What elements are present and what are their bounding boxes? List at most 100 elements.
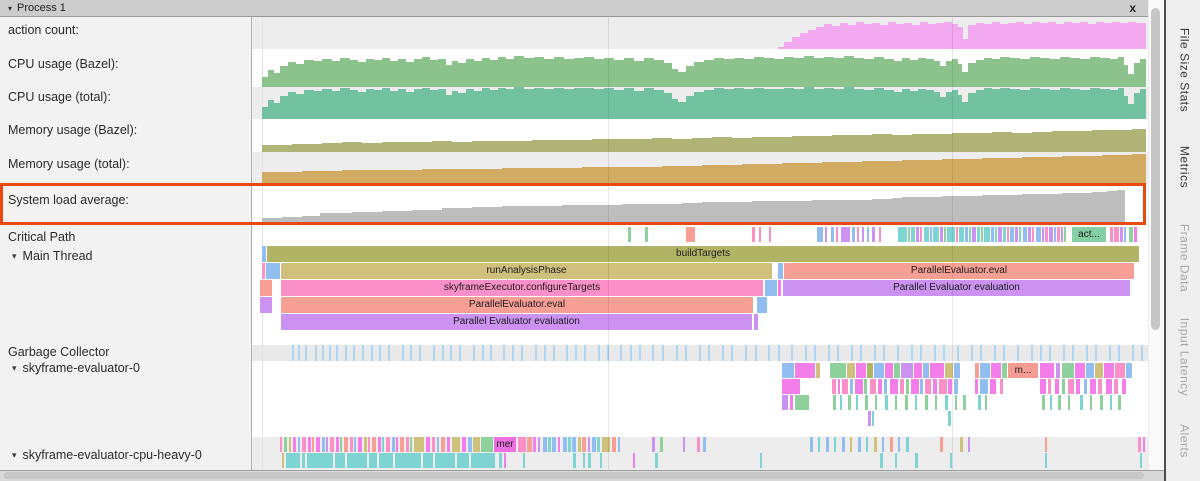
gc-tick[interactable] xyxy=(934,345,936,361)
gc-tick[interactable] xyxy=(521,345,523,361)
slice[interactable] xyxy=(1126,363,1132,378)
cpu-heavy-row-0[interactable]: mer xyxy=(252,437,1148,452)
slice[interactable] xyxy=(855,379,863,394)
gc-tick[interactable] xyxy=(745,345,747,361)
slice[interactable] xyxy=(572,437,576,452)
slice[interactable] xyxy=(1057,227,1060,242)
slice[interactable] xyxy=(769,227,771,242)
gc-tick[interactable] xyxy=(699,345,701,361)
slice[interactable] xyxy=(960,437,963,452)
slice[interactable] xyxy=(872,227,875,242)
slice[interactable] xyxy=(302,453,305,468)
close-icon[interactable]: x xyxy=(1129,1,1136,15)
slice[interactable] xyxy=(358,437,362,452)
track-label-main-thread[interactable]: ▾Main Thread xyxy=(10,248,92,264)
slice[interactable] xyxy=(1110,227,1113,242)
gc-tick[interactable] xyxy=(607,345,609,361)
slice[interactable] xyxy=(1114,379,1118,394)
slice[interactable] xyxy=(1120,227,1123,242)
slice[interactable] xyxy=(826,437,829,452)
slice[interactable] xyxy=(260,280,272,296)
slice[interactable] xyxy=(954,363,960,378)
main-thread-row-1[interactable]: runAnalysisPhaseParallelEvaluator.eval xyxy=(252,263,1148,279)
slice[interactable] xyxy=(1100,395,1103,410)
slice[interactable] xyxy=(293,437,296,452)
slice[interactable] xyxy=(347,453,367,468)
slice[interactable] xyxy=(978,395,981,410)
garbage-collector-track[interactable] xyxy=(252,345,1148,361)
gc-tick[interactable] xyxy=(419,345,421,361)
slice[interactable] xyxy=(1015,227,1018,242)
slice[interactable] xyxy=(894,363,900,378)
slice[interactable] xyxy=(1055,379,1059,394)
slice[interactable] xyxy=(965,227,968,242)
slice[interactable] xyxy=(600,453,602,468)
gc-tick[interactable] xyxy=(1132,345,1134,361)
main-thread-row-4[interactable]: Parallel Evaluator evaluation xyxy=(252,314,1148,330)
slice[interactable] xyxy=(703,437,706,452)
slice[interactable] xyxy=(1076,379,1080,394)
slice[interactable] xyxy=(838,379,840,394)
slice-skyframeexecutor-configuretargets[interactable]: skyframeExecutor.configureTargets xyxy=(281,280,763,296)
slice[interactable] xyxy=(757,297,767,313)
main-thread-row-0[interactable]: buildTargets xyxy=(252,246,1148,262)
slice-mer[interactable]: mer xyxy=(494,437,516,452)
cpu-heavy-row-1[interactable] xyxy=(252,453,1148,468)
slice[interactable] xyxy=(1042,227,1044,242)
sidebar-tab-input-latency[interactable]: Input Latency xyxy=(1178,318,1192,397)
slice[interactable] xyxy=(862,227,864,242)
slice[interactable] xyxy=(830,363,846,378)
gc-tick[interactable] xyxy=(315,345,317,361)
gc-tick[interactable] xyxy=(1017,345,1019,361)
slice[interactable] xyxy=(930,363,944,378)
collapse-arrow-icon[interactable]: ▾ xyxy=(8,4,12,13)
slice[interactable] xyxy=(985,395,987,410)
slice[interactable] xyxy=(364,437,367,452)
slice[interactable] xyxy=(782,363,794,378)
slice[interactable] xyxy=(697,437,700,452)
slice[interactable] xyxy=(527,437,532,452)
evaluator0-row-3[interactable] xyxy=(252,411,1148,426)
slice[interactable] xyxy=(538,437,540,452)
gc-tick[interactable] xyxy=(433,345,435,361)
gc-tick[interactable] xyxy=(883,345,885,361)
slice[interactable] xyxy=(816,363,820,378)
slice[interactable] xyxy=(302,437,306,452)
slice[interactable] xyxy=(847,363,855,378)
slice[interactable] xyxy=(939,379,947,394)
slice[interactable] xyxy=(915,453,918,468)
gc-tick[interactable] xyxy=(336,345,338,361)
slice[interactable] xyxy=(457,453,469,468)
slice-parallelevaluator-eval[interactable]: ParallelEvaluator.eval xyxy=(281,297,753,313)
slice[interactable] xyxy=(435,453,455,468)
gc-tick[interactable] xyxy=(652,345,654,361)
slice[interactable] xyxy=(282,453,284,468)
slice[interactable] xyxy=(504,453,506,468)
gc-tick[interactable] xyxy=(860,345,862,361)
slice[interactable] xyxy=(818,437,820,452)
slice[interactable] xyxy=(286,453,300,468)
slice[interactable] xyxy=(969,227,971,242)
slice[interactable] xyxy=(395,453,421,468)
slice[interactable] xyxy=(588,437,590,452)
gc-tick[interactable] xyxy=(1141,345,1143,361)
gc-tick[interactable] xyxy=(1003,345,1005,361)
slice[interactable] xyxy=(1061,227,1063,242)
slice[interactable] xyxy=(378,437,381,452)
slice[interactable] xyxy=(752,227,755,242)
slice[interactable] xyxy=(400,437,404,452)
slice[interactable] xyxy=(1048,379,1051,394)
gc-tick[interactable] xyxy=(791,345,793,361)
slice[interactable] xyxy=(1007,227,1009,242)
slice[interactable] xyxy=(336,437,339,452)
slice[interactable] xyxy=(895,395,897,410)
gc-tick[interactable] xyxy=(402,345,404,361)
gc-tick[interactable] xyxy=(1063,345,1065,361)
gc-tick[interactable] xyxy=(920,345,922,361)
slice[interactable] xyxy=(872,411,874,426)
slice[interactable] xyxy=(382,437,384,452)
slice[interactable] xyxy=(890,437,893,452)
slice[interactable] xyxy=(618,437,620,452)
slice[interactable] xyxy=(322,437,325,452)
slice[interactable] xyxy=(842,379,848,394)
